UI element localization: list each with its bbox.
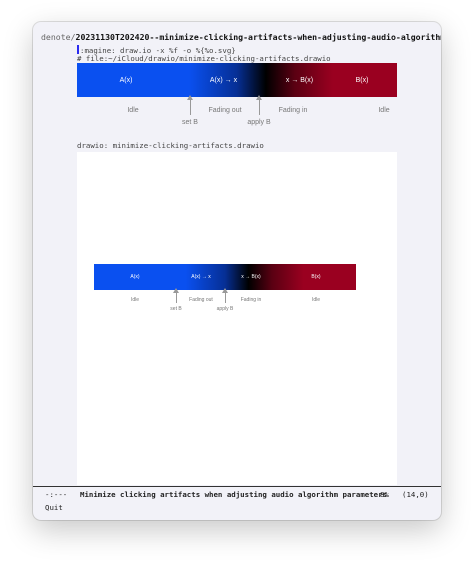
segment-b-small: B(x) xyxy=(311,274,321,280)
segment-a-small: A(x) xyxy=(130,274,140,280)
state-label-idle-2: Idle xyxy=(378,107,390,114)
apply-b-arrow-small xyxy=(222,288,228,303)
modeline-status: -:--- xyxy=(45,490,68,499)
modeline-position: (14,0) xyxy=(402,490,429,499)
state-label-fading-in-small: Fading in xyxy=(240,297,262,303)
code-line-file[interactable]: # file:~/iCloud/drawio/minimize-clicking… xyxy=(77,54,331,63)
set-b-arrow-small xyxy=(173,288,179,303)
mode-line: -:--- Minimize clicking artifacts when a… xyxy=(33,486,441,499)
segment-b: B(x) xyxy=(355,76,369,84)
state-label-fading-out: Fading out xyxy=(208,107,242,114)
event-label-apply-b: apply B xyxy=(247,119,271,126)
state-label-idle-1-small: Idle xyxy=(130,297,140,303)
diagram-preview-large: A(x) A(x) → x x → B(x) B(x) Idle Fading … xyxy=(77,63,397,126)
apply-b-arrow xyxy=(256,95,262,115)
state-bar: A(x) A(x) → x x → B(x) B(x) xyxy=(77,63,397,97)
drawio-embed-canvas: A(x) A(x) → x x → B(x) B(x) Idle Fading … xyxy=(77,152,397,485)
header-filename: 20231130T202420--minimize-clicking-artif… xyxy=(75,32,441,42)
code-line-3-text: drawio: minimize-clicking-artifacts.draw… xyxy=(77,141,264,150)
segment-fade-out-small: A(x) → x xyxy=(191,274,211,280)
modeline-percent: 8% xyxy=(380,490,389,499)
state-label-idle-2-small: Idle xyxy=(311,297,321,303)
segment-fade-in-small: x → B(x) xyxy=(241,274,261,280)
event-label-set-b-small: set B xyxy=(170,306,182,312)
event-label-apply-b-small: apply B xyxy=(216,306,234,312)
segment-fade-in: x → B(x) xyxy=(285,76,314,84)
state-label-fading-out-small: Fading out xyxy=(189,297,213,303)
segment-a: A(x) xyxy=(119,76,133,84)
state-bar-small: A(x) A(x) → x x → B(x) B(x) xyxy=(94,264,356,290)
header-prefix: denote/ xyxy=(41,32,76,42)
state-label-idle-1: Idle xyxy=(127,107,139,114)
set-b-arrow xyxy=(187,95,193,115)
state-label-fading-in: Fading in xyxy=(278,107,308,114)
emacs-window: denote/20231130T202420--minimize-clickin… xyxy=(33,22,441,520)
diagram-preview-small: A(x) A(x) → x x → B(x) B(x) Idle Fading … xyxy=(94,264,356,314)
code-line-2-text: # file:~/iCloud/drawio/minimize-clicking… xyxy=(77,54,331,63)
event-label-set-b: set B xyxy=(182,119,198,126)
text-cursor xyxy=(77,45,79,54)
code-line-drawio[interactable]: drawio: minimize-clicking-artifacts.draw… xyxy=(77,141,264,150)
header-line: denote/20231130T202420--minimize-clickin… xyxy=(41,32,441,42)
modeline-buffer-title: Minimize clicking artifacts when adjusti… xyxy=(80,490,388,499)
segment-fade-out: A(x) → x xyxy=(209,76,238,84)
echo-area: Quit xyxy=(45,503,63,512)
